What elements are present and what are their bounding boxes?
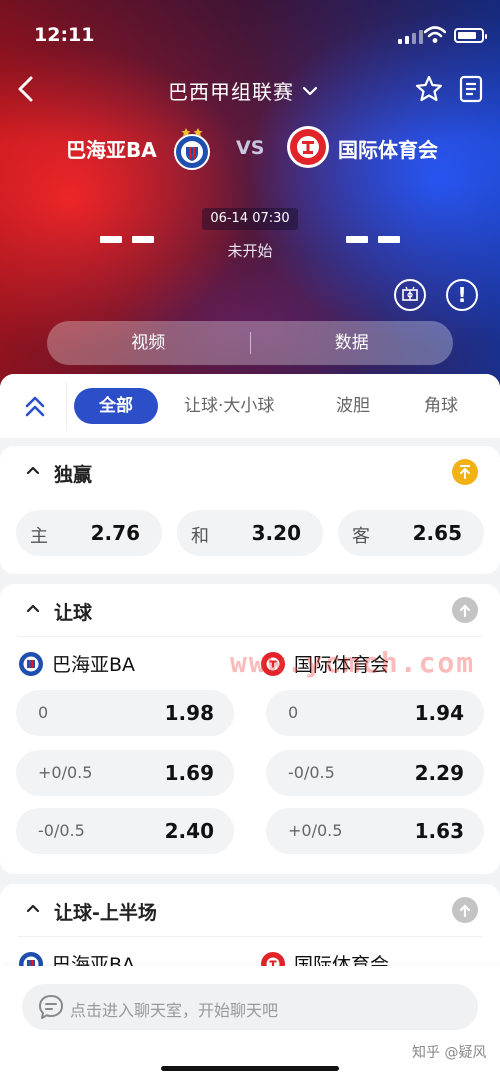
odds-value: 1.98 (164, 701, 214, 725)
card-title: 独赢 (54, 464, 93, 486)
odds-value: 1.63 (414, 819, 464, 843)
handicap-line: -0/0.5 (38, 821, 85, 840)
pin-top-icon[interactable] (452, 897, 478, 923)
status-bar: 12:11 (0, 22, 500, 52)
source-credit: 知乎 @疑风 (412, 1045, 487, 1061)
handicap-line: +0/0.5 (38, 763, 93, 782)
team-name: 巴海亚BA (52, 654, 136, 676)
star-icon[interactable] (414, 74, 444, 104)
handicap-away-team: 国际体育会 (260, 650, 389, 677)
video-button[interactable]: 视频 (47, 321, 250, 365)
tab-correct-score[interactable]: 波胆 (336, 388, 370, 424)
chevron-down-icon (302, 86, 318, 95)
wifi-icon (424, 26, 446, 43)
home-indicator[interactable] (161, 1066, 339, 1071)
handicap-away-odds-button[interactable]: -0/0.5 2.29 (266, 750, 484, 796)
away-team-logo (261, 651, 285, 676)
cellular-signal-icon (398, 30, 423, 44)
odds-away-button[interactable]: 客 2.65 (338, 510, 484, 556)
chevron-up-icon (26, 904, 40, 913)
home-team-logo[interactable] (172, 124, 212, 170)
league-selector[interactable]: 巴西甲组联赛 (168, 76, 318, 105)
double-chevron-up-icon[interactable] (20, 394, 50, 420)
tab-divider (66, 382, 67, 430)
match-hero: 12:11 巴西甲组联赛 巴海亚BA VS 国际体育会 06-14 07:30 … (0, 0, 500, 400)
odds-value: 1.69 (164, 761, 214, 785)
card-divider (18, 636, 482, 637)
chat-placeholder: 点击进入聊天室，开始聊天吧 (70, 1001, 279, 1020)
home-team-logo (19, 651, 43, 676)
pin-top-icon[interactable] (452, 597, 478, 623)
league-title: 巴西甲组联赛 (168, 80, 294, 104)
battery-icon (454, 28, 487, 43)
chevron-up-icon (26, 466, 40, 475)
match-winner-header[interactable]: 独赢 (0, 446, 500, 498)
handicap-home-odds-button[interactable]: 0 1.98 (16, 690, 234, 736)
chevron-up-icon (26, 604, 40, 613)
handicap-away-odds-button[interactable]: 0 1.94 (266, 690, 484, 736)
vs-label: VS (236, 137, 265, 159)
odds-label: 主 (30, 526, 48, 547)
status-time: 12:11 (34, 24, 95, 46)
top-nav: 巴西甲组联赛 (0, 70, 500, 110)
odds-draw-button[interactable]: 和 3.20 (177, 510, 323, 556)
handicap-home-odds-button[interactable]: +0/0.5 1.69 (16, 750, 234, 796)
card-divider (18, 936, 482, 937)
odds-label: 和 (191, 526, 209, 547)
handicap-away-odds-button[interactable]: +0/0.5 1.63 (266, 808, 484, 854)
card-title: 让球-上半场 (54, 902, 157, 924)
back-arrow-icon[interactable] (12, 74, 42, 104)
away-team-logo[interactable] (286, 125, 330, 169)
odds-value: 2.65 (412, 521, 462, 545)
tab-handicap-total[interactable]: 让球·大小球 (184, 388, 274, 424)
match-datetime: 06-14 07:30 (202, 208, 298, 230)
handicap-team-row: 巴海亚BA 国际体育会 (0, 650, 500, 680)
away-team-name[interactable]: 国际体育会 (338, 134, 438, 163)
match-winner-card: 独赢 主 2.76 和 3.20 客 2.65 (0, 446, 500, 574)
handicap-home-team: 巴海亚BA (18, 650, 135, 677)
tab-all[interactable]: 全部 (74, 388, 158, 424)
odds-home-button[interactable]: 主 2.76 (16, 510, 162, 556)
home-team-name[interactable]: 巴海亚BA (66, 134, 157, 163)
odds-value: 2.76 (90, 521, 140, 545)
document-icon[interactable] (456, 74, 486, 104)
pitch-icon[interactable] (394, 279, 426, 311)
away-score-placeholder (346, 236, 400, 243)
odds-value: 1.94 (414, 701, 464, 725)
odds-label: 客 (352, 526, 370, 547)
chat-bar: 点击进入聊天室，开始聊天吧 知乎 @疑风 (0, 966, 500, 1082)
handicap-card: 让球 巴海亚BA 国际体育会 0 1.98 0 1.94 +0/0.5 1.69… (0, 584, 500, 874)
handicap-line: -0/0.5 (288, 763, 335, 782)
card-title: 让球 (54, 602, 93, 624)
market-tabs: 全部 让球·大小球 波胆 角球 (0, 374, 500, 438)
chat-input[interactable]: 点击进入聊天室，开始聊天吧 (22, 984, 478, 1030)
first-half-handicap-header[interactable]: 让球-上半场 (0, 884, 500, 936)
odds-value: 3.20 (251, 521, 301, 545)
home-score-placeholder (100, 236, 154, 243)
handicap-home-odds-button[interactable]: -0/0.5 2.40 (16, 808, 234, 854)
handicap-line: 0 (288, 703, 299, 722)
odds-value: 2.29 (414, 761, 464, 785)
handicap-line: 0 (38, 703, 49, 722)
team-name: 国际体育会 (294, 654, 390, 676)
handicap-line: +0/0.5 (288, 821, 343, 840)
info-icon[interactable]: ! (446, 279, 478, 311)
chat-bubble-icon (39, 995, 63, 1019)
tab-corners[interactable]: 角球 (424, 388, 458, 424)
handicap-header[interactable]: 让球 (0, 584, 500, 636)
view-toggle: 视频 数据 (47, 321, 453, 365)
match-status: 未开始 (227, 242, 273, 260)
data-button[interactable]: 数据 (251, 321, 454, 365)
pin-top-icon[interactable] (452, 459, 478, 485)
odds-value: 2.40 (164, 819, 214, 843)
